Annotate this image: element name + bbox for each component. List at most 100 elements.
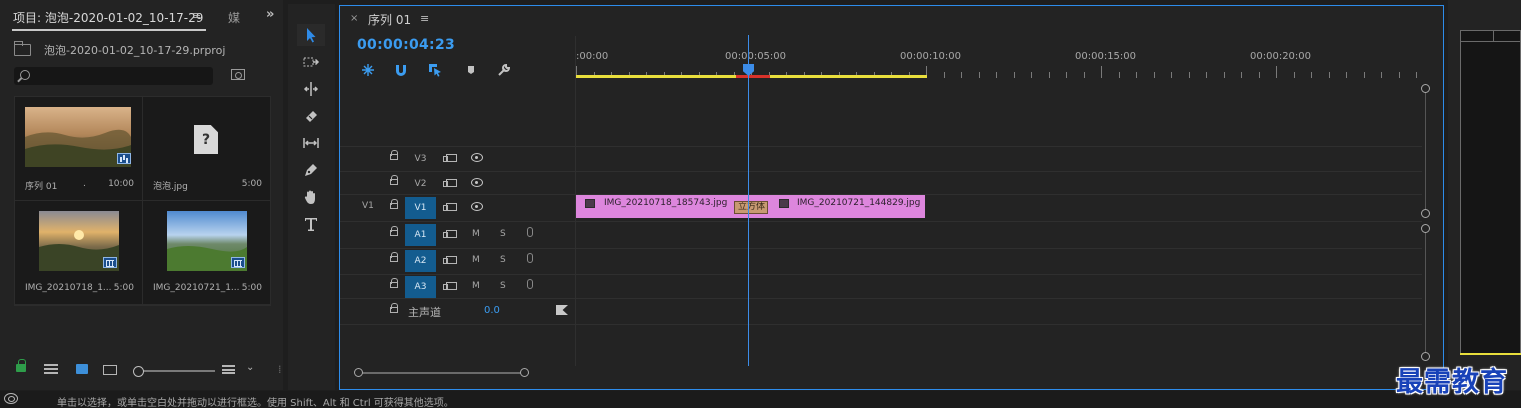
sync-lock-icon[interactable] [443,230,457,238]
sync-lock-icon[interactable] [443,179,457,187]
type-tool-icon[interactable] [297,213,325,235]
track-target-a2[interactable]: A2 [405,250,436,272]
nest-sequence-icon[interactable] [360,62,376,78]
status-bar: 单击以选择，或单击空白处并拖动以进行框选。使用 Shift、Alt 和 Ctrl… [0,391,1521,408]
source-patch-v1[interactable]: V1 [362,201,374,211]
mute-button[interactable]: M [472,281,480,291]
master-track-label: 主声道 [408,306,441,319]
program-monitor-frame[interactable] [1460,30,1521,355]
track-target-v2[interactable]: V2 [405,173,436,195]
media-item-duration: 10:00 [108,179,134,189]
sync-lock-icon[interactable] [443,282,457,290]
lock-icon[interactable] [390,252,398,262]
solo-button[interactable]: S [500,229,506,239]
sync-lock-icon[interactable] [443,154,457,162]
lock-icon[interactable] [390,175,398,185]
wrench-settings-icon[interactable] [496,62,512,78]
media-item-image-1[interactable]: IMG_20210718_1... 5:00 [15,201,143,305]
image-badge-icon [231,257,245,268]
mute-button[interactable]: M [472,255,480,265]
program-monitor-panel [1448,0,1521,390]
track-target-a3[interactable]: A3 [405,276,436,298]
slip-tool-icon[interactable] [297,132,325,154]
video-scroll-track[interactable] [1425,92,1426,213]
lock-icon[interactable] [390,278,398,288]
razor-tool-icon[interactable] [297,105,325,127]
timeline-horizontal-scrollbar[interactable] [354,367,1432,381]
sequence-thumbnail [25,107,131,167]
hand-tool-icon[interactable] [297,186,325,208]
microphone-icon[interactable] [527,227,533,237]
zoom-left-handle[interactable] [354,368,363,377]
ripple-edit-tool-icon[interactable] [297,78,325,100]
eye-icon[interactable] [471,153,483,162]
mute-button[interactable]: M [472,229,480,239]
solo-button[interactable]: S [500,255,506,265]
track-select-tool-icon[interactable] [297,51,325,73]
pen-tool-icon[interactable] [297,159,325,181]
track-target-v3[interactable]: V3 [405,148,436,170]
tracks-area[interactable]: IMG_20210718_185743.jpg IMG_20210721_144… [575,146,1422,324]
tab-media-browser[interactable]: 媒 [228,9,240,26]
track-header-v1: V1 V1 [340,195,575,221]
new-bin-icon[interactable] [231,69,245,80]
tab-sequence[interactable]: 序列 01 [368,11,411,28]
lock-icon[interactable] [16,359,26,372]
list-view-icon[interactable] [44,364,58,374]
active-tab-underline [12,29,206,31]
media-item-sequence[interactable]: 序列 01 . 10:00 [15,97,143,201]
lock-icon[interactable] [390,199,398,209]
close-tab-icon[interactable]: × [350,13,358,24]
media-item-image-2[interactable]: IMG_20210721_1... 5:00 [143,201,271,305]
more-icon[interactable]: ⁞ [278,363,282,376]
lock-icon[interactable] [390,303,398,313]
go-to-in-out-icon[interactable] [556,305,568,315]
sync-lock-icon[interactable] [443,256,457,264]
media-item-name: 泡泡.jpg [153,182,188,192]
playhead-timecode[interactable]: 00:00:04:23 [357,37,455,53]
eye-icon[interactable] [471,202,483,211]
media-item-name: IMG_20210721_1... [153,283,240,293]
icon-view-icon[interactable] [76,364,88,374]
sort-icon[interactable] [222,365,235,374]
lock-icon[interactable] [390,150,398,160]
ruler-label: :00:00 [576,51,609,62]
freeform-view-icon[interactable] [103,365,117,375]
zoom-right-handle[interactable] [520,368,529,377]
chevron-down-icon[interactable]: ⌄ [246,362,254,373]
solo-button[interactable]: S [500,281,506,291]
ruler-label: 00:00:15:00 [1075,51,1137,62]
horizontal-scroll-thumb[interactable] [358,372,529,374]
video-scroll-top-handle[interactable] [1421,84,1430,93]
media-item-name: IMG_20210718_1... [25,283,112,293]
audio-scroll-track[interactable] [1425,232,1426,356]
linked-selection-icon[interactable] [427,62,443,78]
audio-scroll-top-handle[interactable] [1421,224,1430,233]
project-tab-menu-icon[interactable]: ≡ [192,9,201,22]
timeline-clip-1[interactable]: IMG_20210718_185743.jpg [576,195,750,218]
lock-icon[interactable] [390,226,398,236]
project-search-input[interactable] [14,67,213,85]
microphone-icon[interactable] [527,253,533,263]
sequence-tab-menu-icon[interactable]: ≡ [420,12,429,25]
video-scroll-bottom-handle[interactable] [1421,209,1430,218]
panel-overflow-icon[interactable]: » [266,7,274,22]
tab-project[interactable]: 项目: 泡泡-2020-01-02_10-17-29 [13,9,203,26]
selection-tool-icon[interactable] [297,24,325,46]
timeline-clip-2[interactable]: IMG_20210721_144829.jpg [750,195,925,218]
transition-cube-spin[interactable]: 立方体 [734,201,768,214]
track-target-a1[interactable]: A1 [405,224,436,246]
media-item-missing[interactable]: ? 泡泡.jpg 5:00 [143,97,271,201]
eye-icon[interactable] [471,178,483,187]
add-marker-icon[interactable] [463,62,479,78]
master-volume-value[interactable]: 0.0 [484,305,500,316]
snap-magnet-icon[interactable] [393,62,409,78]
track-header-v3: V3 [340,146,575,172]
clip-label: IMG_20210721_144829.jpg [797,198,921,208]
sync-lock-icon[interactable] [443,203,457,211]
image-badge-icon [103,257,117,268]
thumbnail-zoom-slider[interactable] [133,366,215,377]
microphone-icon[interactable] [527,279,533,289]
folder-icon [14,41,31,56]
track-target-v1[interactable]: V1 [405,197,436,219]
